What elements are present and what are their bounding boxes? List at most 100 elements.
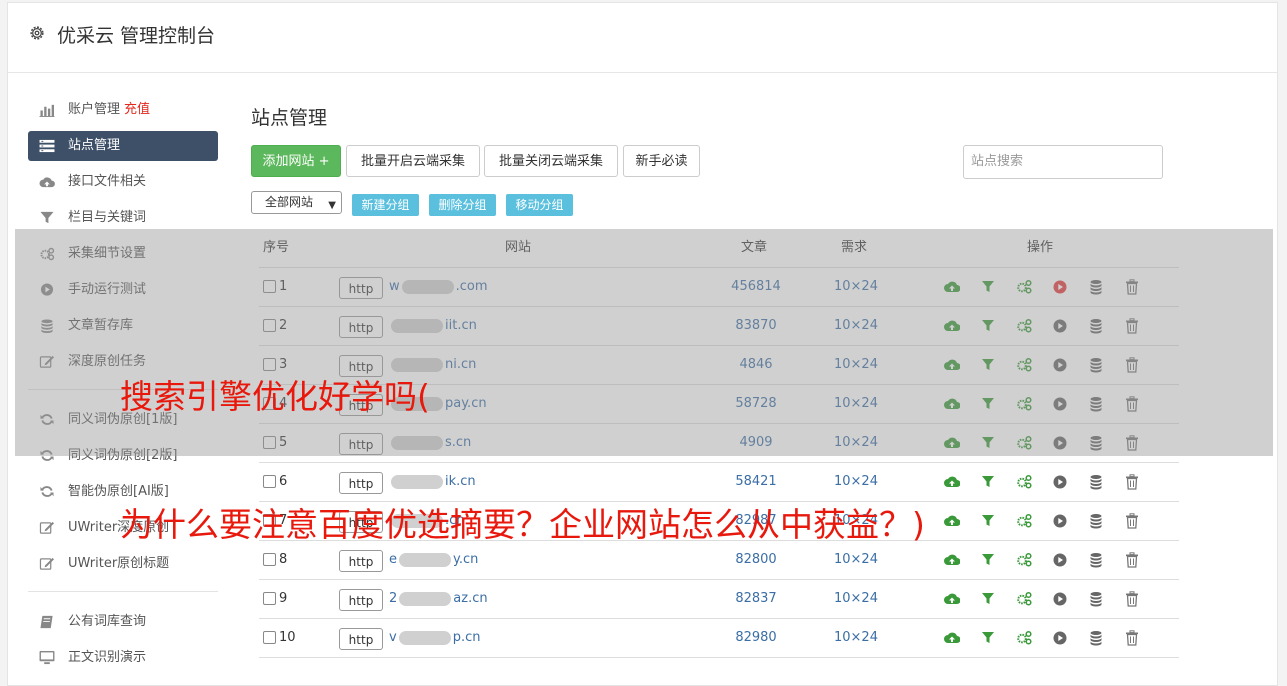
play-circle-icon[interactable] — [1052, 630, 1068, 646]
main-content: 站点管理 添加网站 + 批量开启云端采集 批量关闭云端采集 新手必读 站点搜索 … — [251, 103, 1181, 658]
play-circle-icon[interactable] — [1052, 591, 1068, 607]
play-circle-icon[interactable] — [1052, 474, 1068, 490]
sidebar-item-13[interactable]: UWriter原创标题 — [28, 549, 218, 579]
site-search-input[interactable]: 站点搜索 — [963, 145, 1163, 179]
filter-icon[interactable] — [980, 591, 996, 607]
batch-open-button[interactable]: 批量开启云端采集 — [346, 145, 480, 177]
site-prefix: e — [389, 552, 397, 567]
cloud-upload-icon[interactable] — [944, 474, 960, 490]
article-count[interactable]: 82800 — [711, 541, 801, 579]
filter-icon[interactable] — [980, 630, 996, 646]
site-link[interactable]: 2 az.cn — [389, 580, 488, 618]
scheme-badge: http — [339, 589, 383, 611]
trash-icon[interactable] — [1124, 474, 1140, 490]
new-group-button[interactable]: 新建分组 — [352, 194, 419, 216]
row-checkbox[interactable] — [263, 592, 276, 605]
filter-icon[interactable] — [980, 513, 996, 529]
sidebar-item-label: 栏目与关键词 — [68, 210, 147, 225]
list-icon — [39, 139, 55, 153]
sidebar-item-label: UWriter原创标题 — [68, 556, 170, 571]
database-icon[interactable] — [1088, 552, 1104, 568]
table-row: 9 http 2 az.cn 82837 10×24 — [259, 580, 1179, 619]
overlay-headline-2: 为什么要注意百度优选摘要？企业网站怎么从中获益？) — [120, 505, 925, 544]
sidebar-item-label: 公有词库查询 — [68, 614, 147, 629]
row-index: 8 — [279, 552, 288, 567]
play-circle-icon[interactable] — [1052, 513, 1068, 529]
site-prefix: 2 — [389, 591, 398, 606]
database-icon[interactable] — [1088, 630, 1104, 646]
site-link[interactable]: e y.cn — [389, 541, 478, 579]
row-index: 6 — [279, 474, 288, 489]
site-suffix: p.cn — [452, 630, 481, 645]
row-checkbox[interactable] — [263, 475, 276, 488]
console-title: 优采云 管理控制台 — [57, 25, 216, 47]
row-checkbox[interactable] — [263, 553, 276, 566]
group-select[interactable]: 全部网站 ▼ — [251, 191, 342, 214]
gear-icon[interactable] — [28, 24, 46, 42]
gears-icon[interactable] — [1016, 591, 1032, 607]
sidebar-item-1[interactable]: 账户管理 充值 — [28, 95, 218, 125]
row-index: 9 — [279, 591, 288, 606]
gears-icon[interactable] — [1016, 552, 1032, 568]
scheme-badge: http — [339, 550, 383, 572]
cloud-upload-icon — [39, 177, 55, 188]
bar-chart-icon — [39, 104, 55, 117]
sidebar-item-label: 智能伪原创[AI版] — [68, 484, 169, 499]
edit-icon — [39, 521, 54, 534]
demand-value[interactable]: 10×24 — [811, 463, 901, 501]
table-row: 10 http v p.cn 82980 10×24 — [259, 619, 1179, 658]
site-suffix: y.cn — [453, 552, 479, 567]
article-count[interactable]: 82980 — [711, 619, 801, 657]
site-suffix: az.cn — [453, 591, 488, 606]
sidebar-item-label: 账户管理 — [68, 102, 121, 117]
article-count[interactable]: 82837 — [711, 580, 801, 618]
batch-close-button[interactable]: 批量关闭云端采集 — [484, 145, 618, 177]
database-icon[interactable] — [1088, 591, 1104, 607]
trash-icon[interactable] — [1124, 552, 1140, 568]
guide-button[interactable]: 新手必读 — [623, 145, 700, 177]
edit-icon — [39, 557, 54, 570]
book-icon — [40, 615, 53, 629]
add-site-button[interactable]: 添加网站 + — [251, 145, 341, 177]
overlay-headline-1: 搜索引擎优化好学吗( — [120, 377, 430, 416]
delete-group-button[interactable]: 删除分组 — [429, 194, 496, 216]
database-icon[interactable] — [1088, 513, 1104, 529]
cloud-upload-icon[interactable] — [944, 513, 960, 529]
database-icon[interactable] — [1088, 474, 1104, 490]
chevron-down-icon: ▼ — [328, 200, 336, 211]
demand-value[interactable]: 10×24 — [811, 541, 901, 579]
filter-icon[interactable] — [980, 552, 996, 568]
trash-icon[interactable] — [1124, 513, 1140, 529]
move-group-button[interactable]: 移动分组 — [506, 194, 573, 216]
sidebar-item-2[interactable]: 站点管理 — [28, 131, 218, 161]
refresh-icon — [40, 486, 54, 497]
group-select-value: 全部网站 — [265, 195, 314, 209]
article-count[interactable]: 58421 — [711, 463, 801, 501]
sidebar-item-3[interactable]: 接口文件相关 — [28, 167, 218, 197]
cloud-upload-icon[interactable] — [944, 552, 960, 568]
row-index: 10 — [279, 630, 296, 645]
site-link[interactable]: v p.cn — [389, 619, 480, 657]
demand-value[interactable]: 10×24 — [811, 619, 901, 657]
sidebar-item-15[interactable]: 正文识别演示 — [28, 643, 218, 673]
filter-icon[interactable] — [980, 474, 996, 490]
sidebar-item-label: 正文识别演示 — [68, 650, 147, 665]
trash-icon[interactable] — [1124, 630, 1140, 646]
recharge-link[interactable]: 充值 — [124, 102, 150, 117]
row-checkbox[interactable] — [263, 631, 276, 644]
site-link[interactable]: ik.cn — [389, 463, 476, 501]
sidebar-item-14[interactable]: 公有词库查询 — [28, 607, 218, 637]
sidebar-item-label: 接口文件相关 — [68, 174, 147, 189]
gears-icon[interactable] — [1016, 474, 1032, 490]
trash-icon[interactable] — [1124, 591, 1140, 607]
sidebar-divider — [28, 591, 218, 592]
overlay-banner — [15, 229, 1273, 456]
cloud-upload-icon[interactable] — [944, 630, 960, 646]
sidebar-item-label: 站点管理 — [68, 138, 121, 153]
play-circle-icon[interactable] — [1052, 552, 1068, 568]
scheme-badge: http — [339, 472, 383, 494]
cloud-upload-icon[interactable] — [944, 591, 960, 607]
gears-icon[interactable] — [1016, 513, 1032, 529]
gears-icon[interactable] — [1016, 630, 1032, 646]
demand-value[interactable]: 10×24 — [811, 580, 901, 618]
